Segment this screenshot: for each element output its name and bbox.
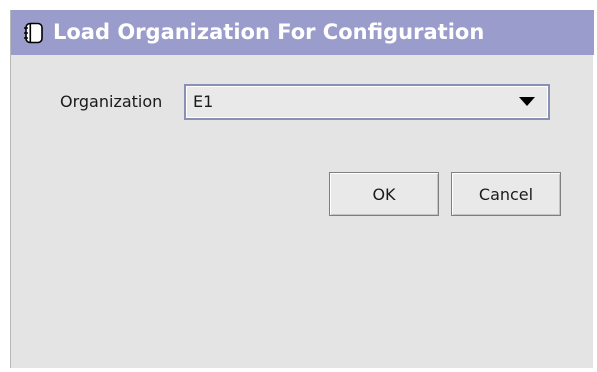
organization-label: Organization — [60, 92, 163, 111]
organization-select[interactable]: E1 — [184, 84, 550, 120]
dialog-title: Load Organization For Configuration — [53, 20, 485, 44]
notebook-icon — [24, 22, 43, 44]
load-organization-dialog: Load Organization For Configuration Orga… — [10, 10, 594, 368]
dialog-titlebar: Load Organization For Configuration — [11, 10, 594, 55]
dropdown-arrow-icon[interactable] — [519, 97, 535, 106]
cancel-button[interactable]: Cancel — [451, 172, 561, 216]
organization-selected-value: E1 — [193, 92, 214, 111]
ok-button[interactable]: OK — [329, 172, 439, 216]
